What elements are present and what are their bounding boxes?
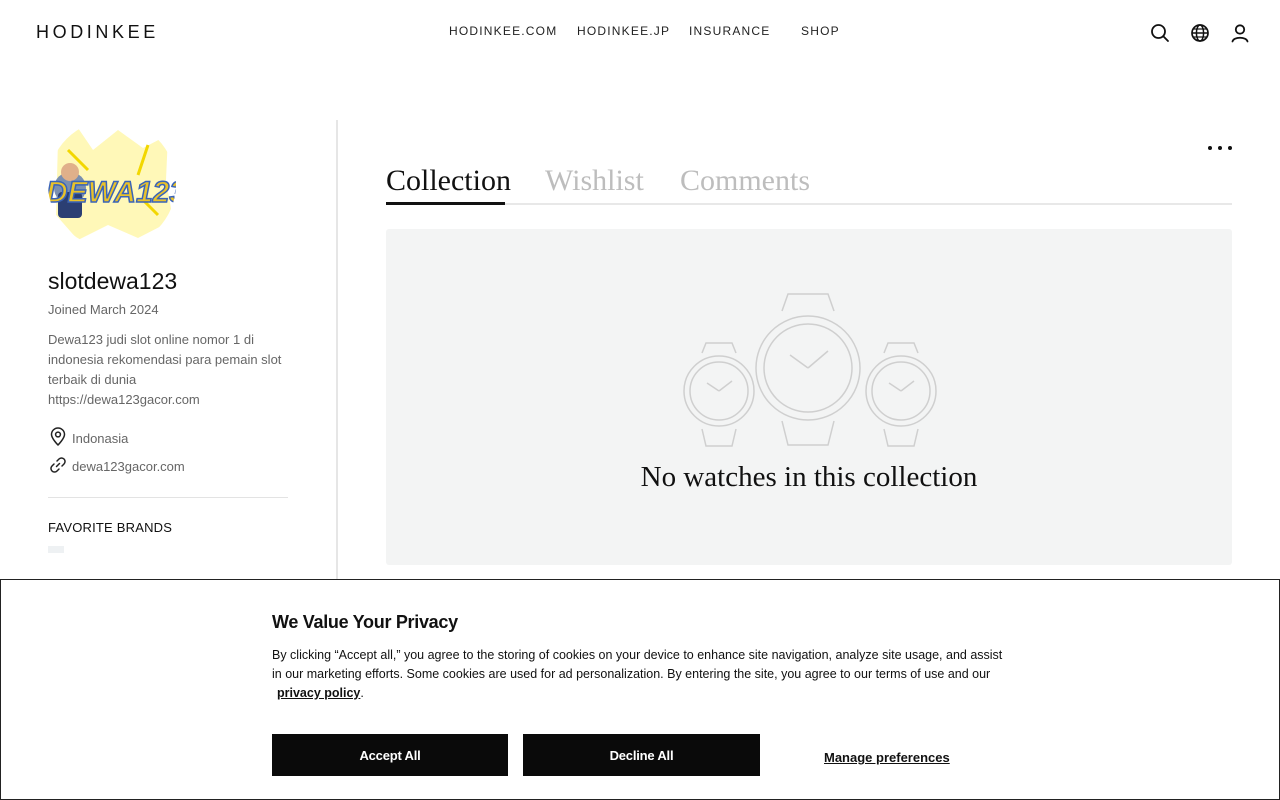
location-text: Indonasia <box>72 431 129 446</box>
username: slotdewa123 <box>48 268 178 294</box>
location-pin-icon <box>48 427 72 450</box>
logo[interactable]: HODINKEE <box>36 22 159 43</box>
more-dot-icon <box>1218 146 1222 150</box>
cookie-body: By clicking “Accept all,” you agree to t… <box>272 646 1012 703</box>
decline-all-button[interactable]: Decline All <box>523 734 760 776</box>
watches-illustration-icon <box>683 293 937 447</box>
tabs-baseline <box>386 203 1232 205</box>
nav-insurance[interactable]: INSURANCE <box>689 24 770 38</box>
accept-all-button[interactable]: Accept All <box>272 734 508 776</box>
profile-bio: Dewa123 judi slot online nomor 1 di indo… <box>48 332 282 407</box>
globe-icon[interactable] <box>1189 22 1211 44</box>
location-row: Indonasia <box>48 427 128 450</box>
privacy-policy-link[interactable]: privacy policy <box>277 686 360 700</box>
column-divider <box>336 120 338 580</box>
active-tab-indicator <box>386 202 505 205</box>
more-dot-icon <box>1208 146 1212 150</box>
tab-wishlist[interactable]: Wishlist <box>545 164 644 198</box>
cookie-consent-banner: We Value Your Privacy By clicking “Accep… <box>0 579 1280 800</box>
more-dot-icon <box>1228 146 1232 150</box>
empty-collection-message: No watches in this collection <box>640 461 978 493</box>
link-icon <box>48 455 72 478</box>
nav-shop[interactable]: SHOP <box>801 24 840 38</box>
avatar: DEWA123 <box>48 120 176 248</box>
sidebar-divider <box>48 497 288 498</box>
search-icon[interactable] <box>1149 22 1171 44</box>
user-icon[interactable] <box>1229 22 1251 44</box>
cookie-body-text: By clicking “Accept all,” you agree to t… <box>272 648 1003 681</box>
tab-comments[interactable]: Comments <box>680 164 810 198</box>
favorite-brand-placeholder <box>48 546 64 553</box>
joined-date: Joined March 2024 <box>48 302 159 317</box>
cookie-title: We Value Your Privacy <box>272 612 458 632</box>
website-link[interactable]: dewa123gacor.com <box>72 459 185 474</box>
tab-collection[interactable]: Collection <box>386 164 511 198</box>
nav-hodinkee-jp[interactable]: HODINKEE.JP <box>577 24 670 38</box>
site-header: HODINKEE HODINKEE.COM HODINKEE.JP INSURA… <box>0 0 1280 66</box>
more-options-button[interactable] <box>1208 138 1232 158</box>
avatar-text: DEWA123 <box>48 176 176 209</box>
nav-hodinkee-com[interactable]: HODINKEE.COM <box>449 24 557 38</box>
empty-collection-panel: No watches in this collection <box>386 229 1232 565</box>
manage-preferences-link[interactable]: Manage preferences <box>824 750 950 765</box>
favorite-brands-title: FAVORITE BRANDS <box>48 520 173 535</box>
cookie-body-period: . <box>360 686 364 700</box>
website-row[interactable]: dewa123gacor.com <box>48 455 185 478</box>
